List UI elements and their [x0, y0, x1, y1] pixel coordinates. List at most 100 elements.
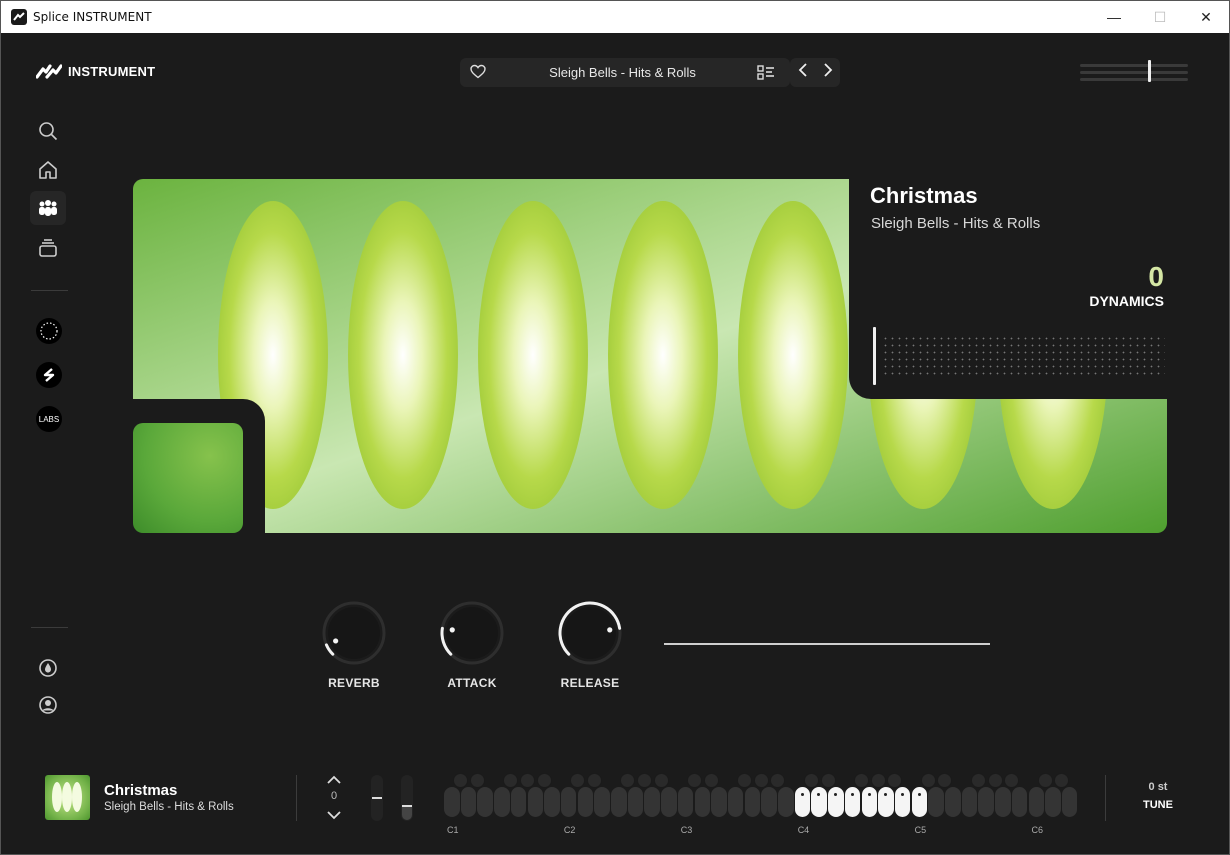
preset-list-icon[interactable] — [757, 65, 775, 86]
footer-artwork-thumbnail[interactable] — [45, 775, 90, 820]
white-key[interactable] — [627, 787, 644, 817]
black-key[interactable] — [853, 773, 869, 788]
knob-reverb[interactable] — [319, 598, 389, 668]
minimize-button[interactable]: — — [1091, 1, 1137, 33]
white-key[interactable] — [644, 787, 660, 817]
sidebar-item-account[interactable] — [30, 688, 66, 722]
white-key[interactable] — [510, 787, 527, 817]
knob-release[interactable] — [555, 598, 625, 668]
black-key[interactable] — [686, 773, 702, 788]
white-key[interactable] — [527, 787, 543, 817]
black-key[interactable] — [1037, 773, 1053, 788]
black-key[interactable] — [469, 773, 485, 788]
sidebar-item-theme[interactable] — [30, 651, 66, 685]
black-key[interactable] — [770, 773, 786, 788]
white-key[interactable] — [978, 787, 994, 817]
black-key[interactable] — [453, 773, 469, 788]
black-key[interactable] — [1004, 773, 1020, 788]
octave-down-button[interactable] — [324, 808, 344, 822]
white-key[interactable] — [560, 787, 577, 817]
black-key[interactable] — [586, 773, 602, 788]
splice-logo-icon[interactable] — [36, 362, 62, 388]
black-key[interactable] — [870, 773, 886, 788]
white-key[interactable] — [1045, 787, 1061, 817]
tune-value[interactable]: 0 st — [1132, 781, 1184, 793]
pack-dots-icon[interactable] — [36, 318, 62, 344]
white-key[interactable] — [761, 787, 777, 817]
black-key[interactable] — [737, 773, 753, 788]
black-key[interactable] — [519, 773, 535, 788]
white-key[interactable] — [844, 787, 861, 817]
white-key[interactable] — [677, 787, 694, 817]
white-key[interactable] — [894, 787, 911, 817]
black-key[interactable] — [803, 773, 819, 788]
white-key[interactable] — [911, 787, 928, 817]
sidebar-item-library[interactable] — [30, 231, 66, 265]
modulation-line[interactable] — [664, 643, 990, 645]
black-key[interactable] — [920, 773, 936, 788]
white-key[interactable] — [961, 787, 978, 817]
white-key[interactable] — [477, 787, 493, 817]
sidebar-item-search[interactable] — [30, 114, 66, 148]
previous-preset-icon[interactable] — [798, 63, 808, 82]
next-preset-icon[interactable] — [823, 63, 833, 82]
black-key[interactable] — [620, 773, 636, 788]
white-key[interactable] — [544, 787, 560, 817]
white-key[interactable] — [828, 787, 844, 817]
heart-icon[interactable] — [470, 64, 486, 84]
white-key[interactable] — [611, 787, 627, 817]
white-key[interactable] — [694, 787, 710, 817]
master-volume-slider[interactable] — [1080, 60, 1188, 82]
black-key[interactable] — [503, 773, 519, 788]
pitch-bend-slider[interactable] — [371, 775, 383, 821]
white-key[interactable] — [945, 787, 961, 817]
octave-up-button[interactable] — [324, 772, 344, 786]
white-key[interactable] — [928, 787, 944, 817]
black-key[interactable] — [970, 773, 986, 788]
white-key[interactable] — [811, 787, 827, 817]
black-key[interactable] — [703, 773, 719, 788]
sidebar-item-home[interactable] — [30, 153, 66, 187]
sidebar-item-community[interactable] — [30, 191, 66, 225]
white-key[interactable] — [878, 787, 894, 817]
white-key[interactable] — [794, 787, 811, 817]
black-key[interactable] — [1054, 773, 1070, 788]
maximize-button[interactable]: ☐ — [1137, 1, 1183, 33]
dynamics-indicator[interactable] — [873, 327, 876, 385]
white-key[interactable] — [861, 787, 877, 817]
white-key[interactable] — [661, 787, 677, 817]
white-key[interactable] — [995, 787, 1011, 817]
black-key[interactable] — [653, 773, 669, 788]
master-volume-thumb[interactable] — [1148, 60, 1151, 82]
piano-keyboard[interactable] — [444, 773, 1078, 829]
white-key[interactable] — [460, 787, 477, 817]
preset-name[interactable]: Sleigh Bells - Hits & Rolls — [500, 65, 745, 80]
white-key[interactable] — [1061, 787, 1078, 817]
black-key[interactable] — [820, 773, 836, 788]
instrument-logo[interactable]: INSTRUMENT — [36, 63, 155, 79]
dynamics-pad[interactable] — [882, 335, 1165, 379]
preset-browser-bar[interactable]: Sleigh Bells - Hits & Rolls — [460, 58, 790, 87]
white-key[interactable] — [444, 787, 460, 817]
knob-attack[interactable] — [437, 598, 507, 668]
black-key[interactable] — [987, 773, 1003, 788]
white-key[interactable] — [1011, 787, 1028, 817]
black-key[interactable] — [570, 773, 586, 788]
black-key[interactable] — [753, 773, 769, 788]
mod-wheel-slider[interactable] — [401, 775, 413, 821]
white-key[interactable] — [594, 787, 610, 817]
white-key[interactable] — [744, 787, 761, 817]
white-key[interactable] — [727, 787, 744, 817]
white-key[interactable] — [1028, 787, 1044, 817]
sidebar-divider — [31, 627, 68, 628]
black-key[interactable] — [536, 773, 552, 788]
black-key[interactable] — [887, 773, 903, 788]
white-key[interactable] — [711, 787, 727, 817]
white-key[interactable] — [778, 787, 794, 817]
white-key[interactable] — [577, 787, 594, 817]
black-key[interactable] — [937, 773, 953, 788]
close-button[interactable]: ✕ — [1183, 1, 1229, 33]
labs-icon[interactable]: LABS — [36, 406, 62, 432]
white-key[interactable] — [494, 787, 510, 817]
black-key[interactable] — [636, 773, 652, 788]
